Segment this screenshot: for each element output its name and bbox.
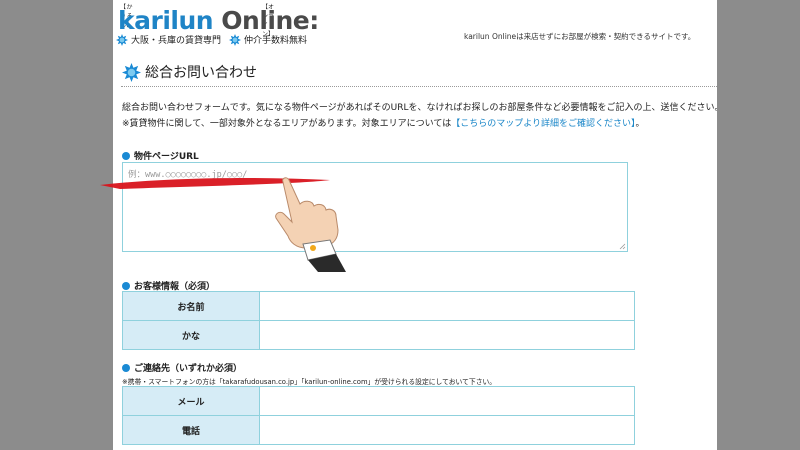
contact-heading: ご連絡先（いずれか必須） xyxy=(122,361,242,374)
title-divider xyxy=(121,86,717,87)
bullet-dot-icon xyxy=(122,363,130,372)
page-title-row: 総合お問い合わせ xyxy=(122,62,257,82)
starburst-icon xyxy=(116,33,128,46)
intro-line-2: ※賃貸物件に関して、一部対象外となるエリアがあります。対象エリアについては【こち… xyxy=(122,116,645,129)
area-map-link[interactable]: 【こちらのマップより詳細をご確認ください】 xyxy=(451,119,635,129)
resize-handle-icon[interactable] xyxy=(619,243,626,250)
name-label: お名前 xyxy=(123,292,260,320)
kana-input[interactable] xyxy=(260,321,634,349)
name-row: お名前 xyxy=(122,291,635,321)
bullet-dot-icon xyxy=(122,281,130,290)
page-container: 【かりるん】 【オンライン】 karilun Online: karilun O… xyxy=(113,0,717,450)
phone-row: 電話 xyxy=(122,415,635,445)
starburst-icon xyxy=(229,33,241,46)
feature-rental-label: 大阪・兵庫の賃貸専門 xyxy=(131,36,222,46)
logo-brand: karilun xyxy=(118,6,214,35)
feature-no-fee-label: 仲介手数料無料 xyxy=(244,36,308,46)
property-url-heading: 物件ページURL xyxy=(122,149,199,162)
email-row: メール xyxy=(122,386,635,416)
name-input[interactable] xyxy=(260,292,634,320)
contact-note: ※携帯・スマートフォンの方は「takarafudousan.co.jp」「kar… xyxy=(122,378,497,386)
kana-row: かな xyxy=(122,320,635,350)
phone-input[interactable] xyxy=(260,416,634,444)
page-title: 総合お問い合わせ xyxy=(145,65,257,81)
site-tagline: karilun Onlineは来店せずにお部屋が検索・契約できるサイトです。 xyxy=(464,32,696,41)
intro-line-1: 総合お問い合わせフォームです。気になる物件ページがあればそのURLを、なければお… xyxy=(122,103,717,113)
phone-label: 電話 xyxy=(123,416,260,444)
property-url-placeholder: 例：www.○○○○○○○○.jp/○○○/ xyxy=(128,170,248,180)
property-url-input[interactable]: 例：www.○○○○○○○○.jp/○○○/ xyxy=(122,162,628,252)
starburst-icon xyxy=(122,62,141,82)
feature-no-fee: 仲介手数料無料 xyxy=(229,33,307,46)
intro-line-2-suffix: 。 xyxy=(635,119,645,129)
property-url-heading-label: 物件ページURL xyxy=(134,152,199,162)
bullet-dot-icon xyxy=(122,151,130,160)
intro-line-2-prefix: ※賃貸物件に関して、一部対象外となるエリアがあります。対象エリアについては xyxy=(122,119,452,129)
contact-heading-label: ご連絡先（いずれか必須） xyxy=(134,364,243,374)
email-label: メール xyxy=(123,387,260,415)
kana-label: かな xyxy=(123,321,260,349)
feature-rental: 大阪・兵庫の賃貸専門 xyxy=(116,33,221,46)
logo-suffix: Online: xyxy=(221,6,319,35)
email-input[interactable] xyxy=(260,387,634,415)
logo-text: karilun Online: xyxy=(118,6,319,35)
